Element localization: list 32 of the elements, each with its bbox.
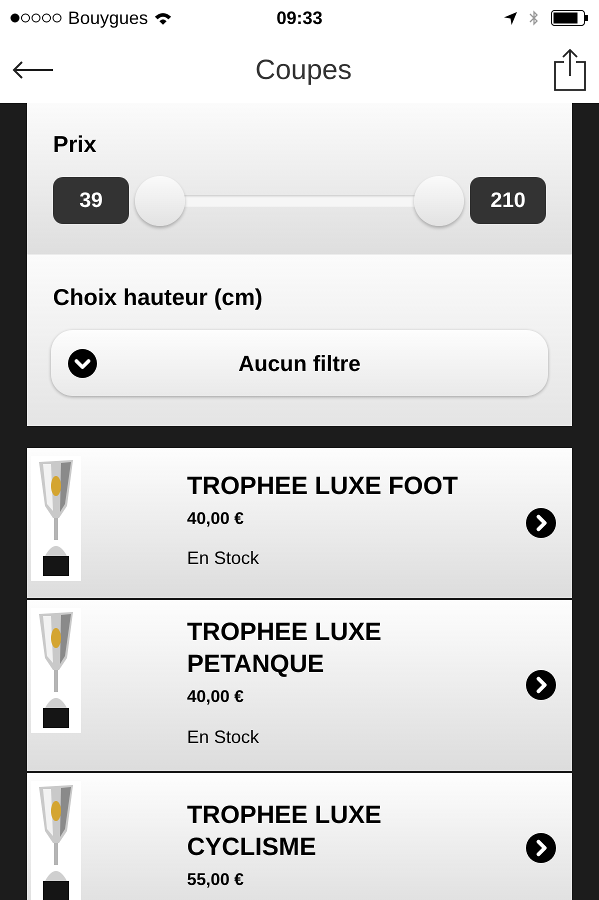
chevron-down-icon (68, 348, 97, 378)
page-title: Coupes (255, 52, 352, 87)
slider-thumb[interactable] (135, 176, 185, 226)
price-range-slider[interactable] (135, 176, 464, 226)
stock-status: En Stock (187, 547, 260, 570)
chevron-right-icon (526, 832, 556, 862)
slider-thumb[interactable] (414, 176, 464, 226)
product-name: TROPHEE LUXE PETANQUE (187, 617, 382, 680)
bluetooth-icon (528, 10, 539, 26)
max-price-value: 210 (470, 177, 546, 224)
chevron-right-icon (526, 670, 556, 700)
min-price-value: 39 (53, 177, 129, 224)
stock-status: En Stock (187, 726, 260, 748)
location-icon (504, 12, 517, 24)
product-row[interactable]: TROPHEE LUXE FOOT 40,00 € En Stock (27, 448, 572, 598)
product-price: 40,00 € (187, 686, 245, 708)
product-row[interactable]: TROPHEE LUXE CYCLISME 55,00 € (27, 772, 572, 900)
filter-label: Choix hauteur (cm) (53, 282, 264, 312)
signal-icon (10, 13, 62, 23)
product-price: 55,00 € (187, 868, 245, 891)
wifi-icon (154, 12, 172, 24)
carrier-name: Bouygues (68, 6, 148, 30)
height-dropdown[interactable]: Aucun filtre (51, 330, 548, 396)
battery-icon (550, 10, 589, 26)
filter-label: Prix (53, 130, 98, 159)
clock-time: 09:33 (276, 6, 323, 30)
chevron-right-icon (526, 508, 556, 538)
product-name: TROPHEE LUXE FOOT (187, 470, 459, 502)
product-row[interactable]: TROPHEE LUXE PETANQUE 40,00 € En Stock (27, 600, 572, 770)
product-price: 40,00 € (187, 508, 245, 530)
share-button[interactable] (552, 48, 587, 92)
product-name: TROPHEE LUXE CYCLISME (187, 800, 382, 863)
